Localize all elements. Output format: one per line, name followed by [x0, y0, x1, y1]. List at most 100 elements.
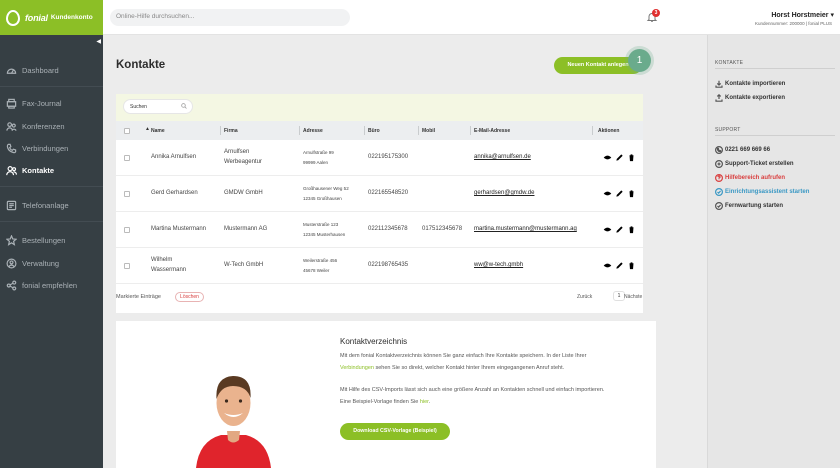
help-area-link[interactable]: Hilfebereich aufrufen — [715, 174, 785, 182]
row-checkbox[interactable] — [124, 191, 130, 197]
contact-city: 99999 Aalen — [303, 160, 329, 165]
row-checkbox[interactable] — [124, 227, 130, 233]
contact-name[interactable]: Gerd Gerhardsen — [151, 189, 198, 198]
verbindungen-link[interactable]: Verbindungen — [340, 365, 374, 371]
help-icon — [715, 174, 723, 182]
ticket-icon — [715, 160, 723, 168]
download-csv-button[interactable]: Download CSV-Vorlage (Beispiel) — [340, 423, 450, 440]
contact-name[interactable]: Annika Arnulfsen — [151, 153, 196, 162]
view-icon[interactable] — [603, 261, 612, 270]
sort-arrow-icon[interactable]: ▲ — [145, 126, 150, 132]
row-checkbox[interactable] — [124, 263, 130, 269]
remote-maintenance-link[interactable]: Fernwartung starten — [715, 202, 783, 210]
export-contacts-link[interactable]: Kontakte exportieren — [715, 94, 785, 102]
contact-name-line2[interactable]: Wassermann — [151, 266, 186, 275]
contact-email[interactable]: annika@arnulfsen.de — [474, 153, 531, 162]
contacts-icon — [6, 166, 17, 176]
sidebar-divider — [0, 186, 103, 187]
contact-mobile[interactable]: 017512345678 — [422, 225, 462, 234]
help-search-input[interactable]: Online-Hilfe durchsuchen... — [110, 9, 350, 26]
sidebar-item-konferenzen[interactable]: Konferenzen — [6, 121, 65, 132]
info-paragraph-1: Mit dem fonial Kontaktverzeichnis können… — [340, 351, 645, 374]
sidebar-item-kontakte[interactable]: Kontakte — [6, 165, 54, 176]
info-text: Mit dem fonial Kontaktverzeichnis können… — [340, 353, 587, 359]
column-header-email[interactable]: E-Mail-Adresse — [474, 128, 510, 134]
setup-wizard-link[interactable]: Einrichtungsassistent starten — [715, 188, 809, 196]
view-icon[interactable] — [603, 225, 612, 234]
delete-selected-button[interactable]: Löschen — [175, 292, 204, 302]
rp-item-label: Einrichtungsassistent starten — [725, 189, 810, 195]
delete-icon[interactable] — [627, 153, 636, 162]
rp-item-label: Support-Ticket erstellen — [725, 161, 794, 167]
info-paragraph-2: Mit Hilfe des CSV-Imports lässt sich auc… — [340, 385, 645, 408]
dashboard-icon — [6, 68, 17, 74]
brand-name: fonial — [25, 12, 48, 23]
rp-item-label: Hilfebereich aufrufen — [725, 175, 786, 181]
section-divider — [715, 135, 835, 136]
support-phone[interactable]: 0221 669 669 66 — [715, 146, 770, 154]
phone-icon — [715, 146, 723, 154]
sidebar-item-bestellungen[interactable]: Bestellungen — [6, 235, 65, 246]
search-icon — [181, 103, 187, 109]
pager-next[interactable]: Nächste — [624, 294, 642, 300]
user-menu[interactable]: Horst Horstmeier ▾ — [771, 11, 834, 19]
column-header-mobil[interactable]: Mobil — [422, 128, 435, 134]
main-content: Kontakte Neuen Kontakt anlegen 1 Suchen … — [103, 35, 707, 468]
info-text: Mit Hilfe des CSV-Imports lässt sich auc… — [340, 387, 605, 393]
row-checkbox[interactable] — [124, 155, 130, 161]
contact-office-phone[interactable]: 022165548520 — [368, 189, 408, 198]
column-divider — [220, 126, 221, 135]
delete-icon[interactable] — [627, 225, 636, 234]
sidebar-item-verbindungen[interactable]: Verbindungen — [6, 143, 68, 154]
edit-icon[interactable] — [615, 261, 624, 270]
edit-icon[interactable] — [615, 225, 624, 234]
contact-email[interactable]: gerhardsen@gmdw.de — [474, 189, 534, 198]
sidebar-item-empfehlen[interactable]: fonial empfehlen — [6, 280, 77, 291]
pager-prev[interactable]: Zurück — [577, 294, 592, 300]
marked-entries-label: Markierte Einträge — [116, 294, 161, 300]
view-icon[interactable] — [603, 153, 612, 162]
select-all-checkbox[interactable] — [124, 128, 130, 134]
brand-subtitle: Kundenkonto — [50, 14, 93, 21]
contact-street: Arnulfstraße 99 — [303, 150, 334, 155]
sidebar-item-fax-journal[interactable]: Fax-Journal — [6, 98, 62, 109]
section-divider — [715, 68, 835, 69]
delete-icon[interactable] — [627, 189, 636, 198]
customer-number: Kundennummer: 200000 | fonial PLUS — [755, 21, 832, 26]
column-header-adresse[interactable]: Adresse — [303, 128, 323, 134]
contacts-search-input[interactable]: Suchen — [123, 99, 193, 114]
filter-bar: Suchen — [116, 94, 643, 121]
view-icon[interactable] — [603, 189, 612, 198]
column-header-buero[interactable]: Büro — [368, 128, 380, 134]
collapse-sidebar-icon[interactable]: ◀ — [96, 38, 101, 45]
brand-logo[interactable]: fonial Kundenkonto — [0, 0, 103, 35]
contact-city: 12345 Musterhausen — [303, 232, 346, 237]
search-placeholder: Suchen — [130, 104, 147, 110]
column-header-firma[interactable]: Firma — [224, 128, 238, 134]
contact-email[interactable]: martina.mustermann@mustermann.ag — [474, 225, 577, 234]
delete-icon[interactable] — [627, 261, 636, 270]
edit-icon[interactable] — [615, 153, 624, 162]
contact-office-phone[interactable]: 022198765435 — [368, 261, 408, 270]
column-divider — [592, 126, 593, 135]
sidebar-item-dashboard[interactable]: Dashboard — [6, 65, 59, 76]
contact-email[interactable]: ww@w-tech.gmbh — [474, 261, 523, 270]
import-contacts-link[interactable]: Kontakte importieren — [715, 80, 785, 88]
contacts-table: Suchen ▲ Name Firma Adresse Büro Mobil E… — [116, 94, 643, 313]
contact-office-phone[interactable]: 022112345678 — [368, 225, 408, 234]
sidebar-item-label: fonial empfehlen — [22, 281, 78, 290]
support-ticket-link[interactable]: Support-Ticket erstellen — [715, 160, 794, 168]
contact-name[interactable]: Wilhelm — [151, 256, 172, 265]
sidebar-item-telefonanlage[interactable]: Telefonanlage — [6, 200, 69, 211]
edit-icon[interactable] — [615, 189, 624, 198]
template-link[interactable]: hier — [420, 399, 429, 405]
contact-company-line2: Werbeagentur — [224, 159, 262, 165]
contact-company: W-Tech GmbH — [224, 262, 264, 268]
sidebar-item-verwaltung[interactable]: Verwaltung — [6, 258, 59, 269]
column-divider — [470, 126, 471, 135]
contact-office-phone[interactable]: 022195175300 — [368, 153, 408, 162]
contact-name[interactable]: Martina Mustermann — [151, 225, 206, 234]
wizard-icon — [715, 188, 723, 196]
person-illustration — [196, 376, 271, 468]
column-header-name[interactable]: Name — [151, 128, 165, 134]
